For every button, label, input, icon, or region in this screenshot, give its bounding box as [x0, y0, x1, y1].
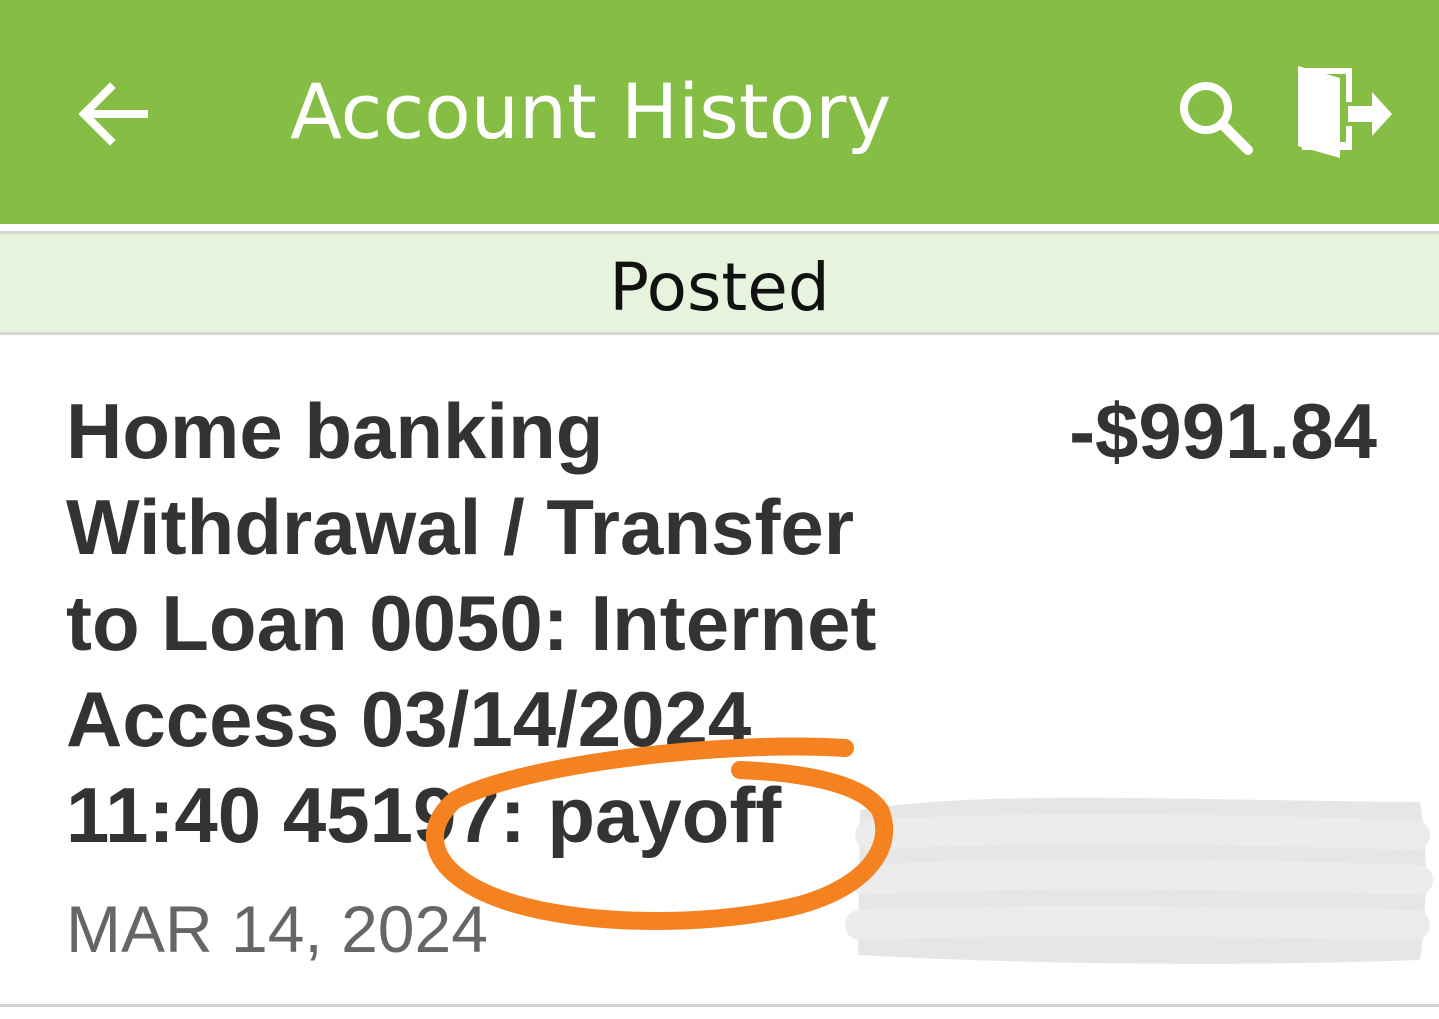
exit-door-icon	[1298, 66, 1392, 158]
page-title: Account History	[290, 67, 892, 156]
logout-button[interactable]	[1290, 62, 1396, 162]
back-button[interactable]	[70, 70, 158, 158]
section-header: Posted	[0, 231, 1439, 335]
arrow-left-icon	[78, 82, 148, 146]
transaction-row[interactable]: Home banking Withdrawal / Transfer to Lo…	[0, 335, 1439, 1007]
search-button[interactable]	[1172, 74, 1258, 160]
transaction-date: MAR 14, 2024	[66, 892, 488, 966]
transaction-amount: -$991.84	[1069, 387, 1377, 475]
app-bar: Account History	[0, 0, 1439, 224]
section-label: Posted	[609, 249, 830, 326]
search-icon	[1180, 82, 1253, 155]
transaction-description: Home banking Withdrawal / Transfer to Lo…	[66, 387, 877, 859]
